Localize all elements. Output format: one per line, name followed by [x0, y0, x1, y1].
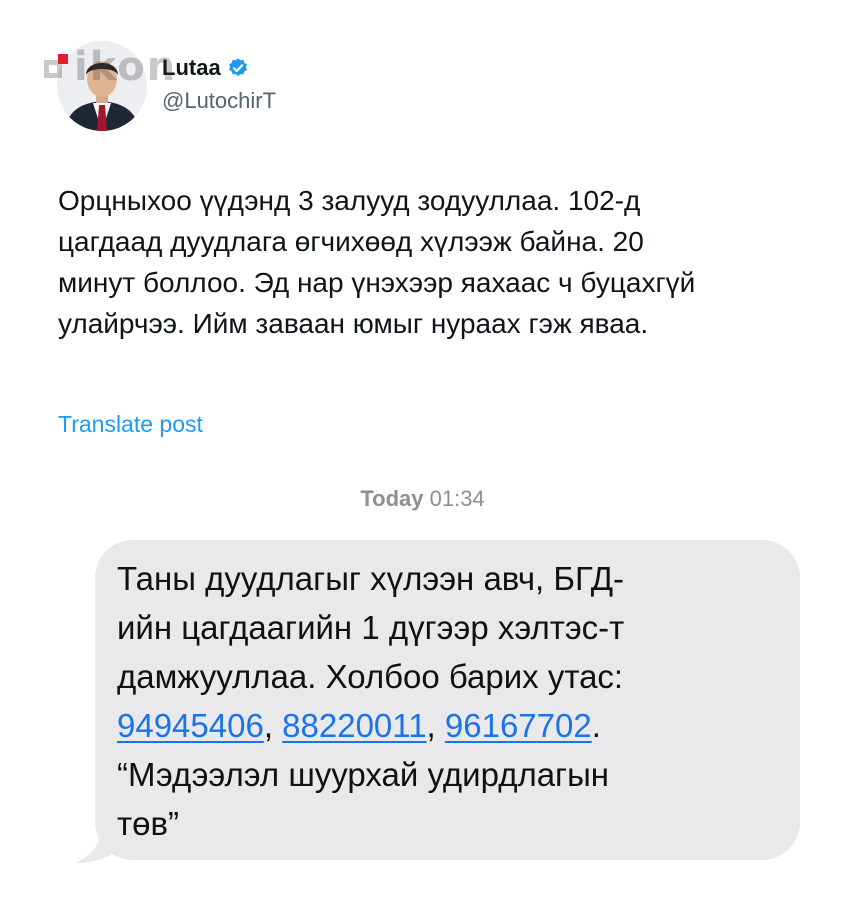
- message-line: “Мэдээлэл шуурхай удирдлагын: [117, 756, 610, 793]
- post-text-line: улайрчээ. Ийм заваан юмыг нураах гэж ява…: [58, 308, 649, 339]
- phone-link-3[interactable]: 96167702: [445, 707, 592, 744]
- message-text: Таны дуудлагыг хүлээн авч, БГД- ийн цагд…: [117, 554, 770, 848]
- post-text-line: Орцныхоо үүдэнд 3 залууд зодууллаа. 102-…: [58, 185, 641, 216]
- phone-link-1[interactable]: 94945406: [117, 707, 264, 744]
- post-text-line: минут боллоо. Эд нар үнэхээр яахаас ч бу…: [58, 267, 696, 298]
- verified-badge-icon: [228, 58, 247, 76]
- phone-line-end: .: [591, 707, 601, 744]
- display-name-row[interactable]: Lutaa: [162, 55, 249, 81]
- message-line: ийн цагдаагийн 1 дүгээр хэлтэс-т: [117, 609, 625, 646]
- phone-numbers-line: 94945406, 88220011, 96167702.: [117, 701, 770, 750]
- user-handle[interactable]: @LutochirT: [162, 88, 276, 114]
- timestamp-time: 01:34: [429, 486, 485, 511]
- phone-separator: ,: [263, 707, 283, 744]
- phone-separator: ,: [426, 707, 445, 744]
- message-bubble[interactable]: Таны дуудлагыг хүлээн авч, БГД- ийн цагд…: [95, 540, 800, 860]
- post-text-line: цагдаад дуудлага өгчихөөд хүлээж байна. …: [58, 226, 644, 257]
- display-name[interactable]: Lutaa: [162, 55, 221, 81]
- message-timestamp: Today 01:34: [0, 486, 845, 512]
- timestamp-day: Today: [360, 486, 424, 511]
- message-line: төв”: [117, 805, 179, 842]
- translate-post-link[interactable]: Translate post: [58, 411, 203, 438]
- avatar-portrait-icon: [57, 41, 147, 131]
- message-line: дамжууллаа. Холбоо барих утас:: [117, 658, 624, 695]
- phone-link-2[interactable]: 88220011: [282, 707, 426, 744]
- message-line: Таны дуудлагыг хүлээн авч, БГД-: [117, 560, 625, 597]
- post-text: Орцныхоо үүдэнд 3 залууд зодууллаа. 102-…: [58, 180, 838, 344]
- avatar[interactable]: [57, 41, 147, 131]
